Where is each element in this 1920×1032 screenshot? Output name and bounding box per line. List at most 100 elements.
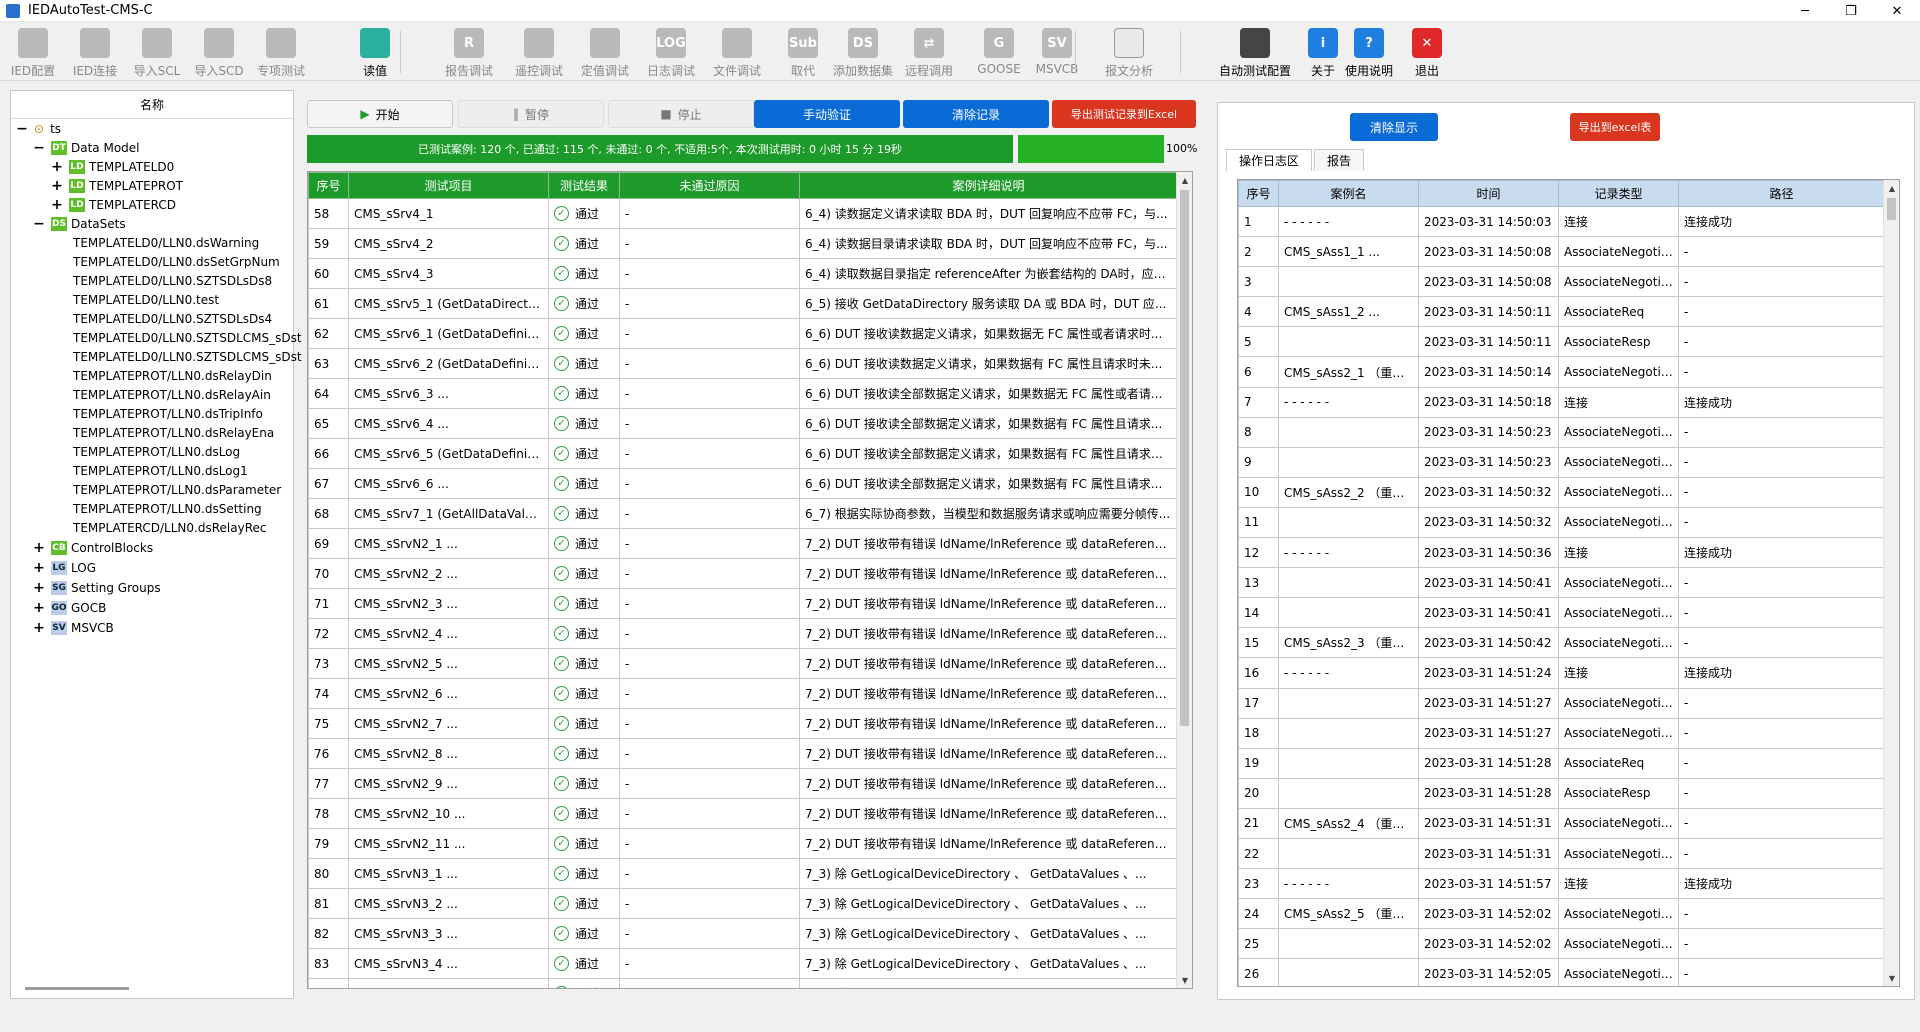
- log-row[interactable]: 8 2023-03-31 14:50:23 AssociateNegotia... -: [1238, 416, 1885, 448]
- results-vertical-scrollbar[interactable]: ▲ ▼: [1176, 172, 1192, 988]
- table-row[interactable]: 78 CMS_sSrvN2_10 ... ✓ 通过 -7_2) DUT 接收带有错误 l…: [308, 798, 1178, 829]
- tree-dataset-item[interactable]: TEMPLATEPROT/LLN0.dsRelayEna: [73, 423, 274, 442]
- tree-datasets[interactable]: − DS DataSets: [33, 214, 125, 233]
- tree-dataset-item[interactable]: TEMPLATEPROT/LLN0.dsRelayDin: [73, 366, 272, 385]
- close-button[interactable]: ✕: [1874, 0, 1920, 22]
- toolbar-button-clipboard[interactable]: 专项测试: [250, 26, 312, 80]
- toolbar-button-remote-control[interactable]: 遥控调试: [508, 26, 570, 80]
- expand-icon[interactable]: +: [33, 580, 45, 596]
- log-row[interactable]: 3 2023-03-31 14:50:08 AssociateNegotia... -: [1238, 266, 1885, 298]
- toolbar-button-auto-test-config[interactable]: 自动测试配置: [1212, 26, 1298, 80]
- manual-verify-button[interactable]: 手动验证: [754, 100, 900, 128]
- tree-log[interactable]: + LG LOG: [33, 558, 96, 577]
- tree-ld-templateprot[interactable]: + LD TEMPLATEPROT: [51, 176, 183, 195]
- table-row[interactable]: 59 CMS_sSrv4_2 ✓ 通过 -6_4) 读数据目录请求读取 BDA 时，DU…: [308, 228, 1178, 259]
- toolbar-button-dataset[interactable]: DS 添加数据集: [832, 26, 894, 80]
- collapse-icon[interactable]: −: [33, 140, 45, 156]
- clear-display-button[interactable]: 清除显示: [1350, 113, 1438, 141]
- scroll-down-arrow-icon[interactable]: ▼: [1177, 972, 1192, 988]
- toolbar-button-remote-call[interactable]: ⇄ 远程调用: [898, 26, 960, 80]
- scroll-up-arrow-icon[interactable]: ▲: [1884, 180, 1899, 196]
- tree-dataset-item[interactable]: TEMPLATELD0/LLN0.SZTSDLCMS_sDst: [73, 328, 302, 347]
- log-row[interactable]: 7- - - - - -2023-03-31 14:50:18 连接 连接成功: [1238, 386, 1885, 418]
- toolbar-button-network[interactable]: IED连接: [64, 26, 126, 80]
- tree-dataset-item[interactable]: TEMPLATELD0/LLN0.SZTSDLsDs8: [73, 271, 272, 290]
- log-row[interactable]: 1- - - - - -2023-03-31 14:50:03 连接 连接成功: [1238, 205, 1885, 238]
- toolbar-button-pin[interactable]: 定值调试: [574, 26, 636, 80]
- table-row[interactable]: 73 CMS_sSrvN2_5 ... ✓ 通过 -7_2) DUT 接收带有错误 ld…: [308, 648, 1178, 679]
- table-row[interactable]: 62 CMS_sSrv6_1 (GetDataDefinitio... ✓ 通过 -6_…: [308, 318, 1178, 349]
- log-row[interactable]: 19 2023-03-31 14:51:28 AssociateReq -: [1238, 747, 1885, 779]
- tree-root[interactable]: − ⊙ ts: [16, 119, 61, 138]
- tab-operation-log[interactable]: 操作日志区: [1226, 149, 1313, 171]
- log-row[interactable]: 11 2023-03-31 14:50:32 AssociateNegotia...…: [1238, 506, 1885, 539]
- tree-data-model[interactable]: − DT Data Model: [33, 138, 139, 157]
- expand-icon[interactable]: +: [33, 560, 45, 576]
- scroll-down-arrow-icon[interactable]: ▼: [1884, 970, 1899, 986]
- log-row[interactable]: 18 2023-03-31 14:51:27 AssociateNegotia...…: [1238, 717, 1885, 749]
- table-row[interactable]: 79 CMS_sSrvN2_11 ... ✓ 通过 -7_2) DUT 接收带有错误 l…: [308, 828, 1178, 859]
- log-row[interactable]: 15 CMS_sAss2_3 （重复... 2023-03-31 14:50:42 A…: [1238, 627, 1885, 659]
- toolbar-button-msvcb[interactable]: SV MSVCB: [1026, 26, 1088, 80]
- start-button[interactable]: ▶ 开始: [307, 100, 453, 128]
- toolbar-button-log[interactable]: LOG 日志调试: [640, 26, 702, 80]
- table-row[interactable]: 66 CMS_sSrv6_5 (GetDataDefinitio... ✓ 通过 -6_…: [308, 438, 1178, 469]
- toolbar-button-help[interactable]: ? 使用说明: [1338, 26, 1400, 80]
- scroll-thumb[interactable]: [1180, 190, 1189, 726]
- scroll-thumb[interactable]: [1887, 198, 1896, 220]
- tree-dataset-item[interactable]: TEMPLATEPROT/LLN0.dsTripInfo: [73, 404, 263, 423]
- table-row[interactable]: 68 CMS_sSrv7_1 (GetAllDataValue ... ✓ 通过 -6_…: [308, 498, 1178, 529]
- table-row[interactable]: 76 CMS_sSrvN2_8 ... ✓ 通过 -7_2) DUT 接收带有错误 ld…: [308, 738, 1178, 769]
- tree-dataset-item[interactable]: TEMPLATEPROT/LLN0.dsLog1: [73, 461, 248, 480]
- log-row[interactable]: 21 CMS_sAss2_4 （重复... 2023-03-31 14:51:31 A…: [1238, 807, 1885, 839]
- collapse-icon[interactable]: −: [33, 216, 45, 232]
- expand-icon[interactable]: +: [51, 159, 63, 175]
- tree-msvcb[interactable]: + SV MSVCB: [33, 618, 114, 637]
- expand-icon[interactable]: +: [51, 178, 63, 194]
- tree-ld-templatercd[interactable]: + LD TEMPLATERCD: [51, 195, 176, 214]
- log-row[interactable]: 4 CMS_sAss1_2 ... 2023-03-31 14:50:11 Assoc…: [1238, 296, 1885, 328]
- log-row[interactable]: 2 CMS_sAss1_1 ... 2023-03-31 14:50:08 Assoc…: [1238, 236, 1885, 268]
- log-vertical-scrollbar[interactable]: ▲ ▼: [1883, 180, 1899, 986]
- table-row[interactable]: 83 CMS_sSrvN3_4 ... ✓ 通过 -7_3) 除 GetLogicalD…: [308, 948, 1178, 979]
- table-row[interactable]: 77 CMS_sSrvN2_9 ... ✓ 通过 -7_2) DUT 接收带有错误 ld…: [308, 768, 1178, 799]
- tree-gocb[interactable]: + GO GOCB: [33, 598, 106, 617]
- toolbar-button-file[interactable]: 文件调试: [706, 26, 768, 80]
- table-row[interactable]: 84CMS_sSrvN3_5 ... ✓ 通过 -7_3) 除 GetLogicalD…: [308, 978, 1178, 988]
- tree-dataset-item[interactable]: TEMPLATELD0/LLN0.dsSetGrpNum: [73, 252, 280, 271]
- log-row[interactable]: 6 CMS_sAss2_1 （重复... 2023-03-31 14:50:14 As…: [1238, 356, 1885, 388]
- minimize-button[interactable]: ─: [1782, 0, 1828, 22]
- tree-dataset-item[interactable]: TEMPLATELD0/LLN0.test: [73, 290, 219, 309]
- log-row[interactable]: 14 2023-03-31 14:50:41 AssociateNegotia...…: [1238, 597, 1885, 629]
- table-row[interactable]: 82 CMS_sSrvN3_3 ... ✓ 通过 -7_3) 除 GetLogicalD…: [308, 918, 1178, 949]
- toolbar-button-packet-analysis[interactable]: 报文分析: [1098, 26, 1160, 80]
- table-row[interactable]: 61 CMS_sSrv5_1 (GetDataDirector... ✓ 通过 -6_5…: [308, 288, 1178, 319]
- toolbar-button-substitute[interactable]: Sub 取代: [772, 26, 834, 80]
- table-row[interactable]: 64 CMS_sSrv6_3 ... ✓ 通过 -6_6) DUT 接收读全部数据定义请…: [308, 378, 1178, 409]
- log-row[interactable]: 23- - - - - -2023-03-31 14:51:57 连接 连接成功: [1238, 868, 1885, 900]
- tree-dataset-item[interactable]: TEMPLATEPROT/LLN0.dsRelayAin: [73, 385, 271, 404]
- tree-dataset-item[interactable]: TEMPLATELD0/LLN0.dsWarning: [73, 233, 259, 252]
- table-row[interactable]: 70 CMS_sSrvN2_2 ... ✓ 通过 -7_2) DUT 接收带有错误 ld…: [308, 558, 1178, 589]
- tree-dataset-item[interactable]: TEMPLATEPROT/LLN0.dsLog: [73, 442, 240, 461]
- table-row[interactable]: 69 CMS_sSrvN2_1 ... ✓ 通过 -7_2) DUT 接收带有错误 ld…: [308, 528, 1178, 559]
- log-row[interactable]: 16- - - - - -2023-03-31 14:51:24 连接 连接成功: [1238, 657, 1885, 689]
- log-row[interactable]: 24 CMS_sAss2_5 （重复... 2023-03-31 14:52:02 A…: [1238, 898, 1885, 930]
- expand-icon[interactable]: +: [33, 600, 45, 616]
- tree-dataset-item[interactable]: TEMPLATEPROT/LLN0.dsSetting: [73, 499, 262, 518]
- toolbar-button-read-value[interactable]: 读值: [344, 26, 406, 80]
- expand-icon[interactable]: +: [51, 197, 63, 213]
- tree-dataset-item[interactable]: TEMPLATERCD/LLN0.dsRelayRec: [73, 518, 266, 537]
- pause-button[interactable]: ‖ 暂停: [458, 100, 604, 128]
- export-excel-button[interactable]: 导出测试记录到Excel: [1052, 100, 1196, 128]
- log-row[interactable]: 9 2023-03-31 14:50:23 AssociateNegotia... -: [1238, 446, 1885, 478]
- expand-icon[interactable]: +: [33, 540, 45, 556]
- log-row[interactable]: 20 2023-03-31 14:51:28 AssociateResp -: [1238, 777, 1885, 809]
- clear-records-button[interactable]: 清除记录: [903, 100, 1049, 128]
- table-row[interactable]: 75 CMS_sSrvN2_7 ... ✓ 通过 -7_2) DUT 接收带有错误 ld…: [308, 708, 1178, 739]
- table-row[interactable]: 72 CMS_sSrvN2_4 ... ✓ 通过 -7_2) DUT 接收带有错误 ld…: [308, 618, 1178, 649]
- tree-dataset-item[interactable]: TEMPLATELD0/LLN0.SZTSDLsDs4: [73, 309, 272, 328]
- toolbar-button-wrench[interactable]: IED配置: [2, 26, 64, 80]
- export-excel-table-button[interactable]: 导出到excel表: [1570, 113, 1660, 141]
- expand-icon[interactable]: +: [33, 620, 45, 636]
